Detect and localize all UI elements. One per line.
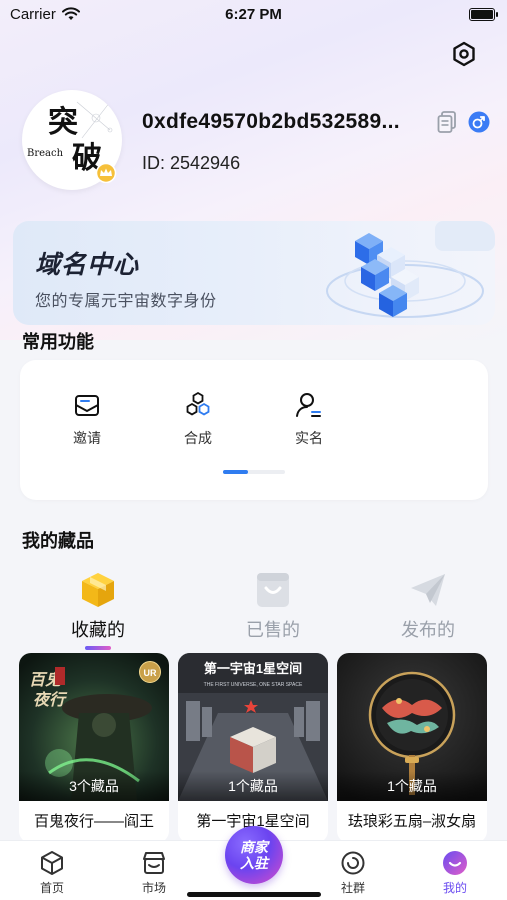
card-name: 珐琅彩五扇–淑女扇 (347, 813, 477, 830)
merchant-join-line1: 商家 (240, 839, 268, 855)
tab-collected[interactable]: 收藏的 (43, 570, 153, 650)
card-count: 3个藏品 (19, 771, 169, 801)
tabbar-mine[interactable]: 我的 (425, 849, 485, 896)
invite-mail-icon (75, 395, 99, 416)
card-art-subtitle: THE FIRST UNIVERSE, ONE STAR SPACE (204, 682, 303, 688)
tab-label: 已售的 (246, 620, 300, 640)
vip-crown-icon (94, 162, 118, 184)
tabbar-community[interactable]: 社群 (323, 849, 383, 896)
merchant-join-line2: 入驻 (240, 855, 268, 871)
community-icon (341, 851, 365, 875)
common-functions-card: 邀请 合成 实名 (20, 360, 488, 500)
function-label: 邀请 (73, 430, 101, 446)
common-functions-title: 常用功能 (22, 332, 94, 352)
collection-tabs: 收藏的 已售的 发布的 (0, 570, 507, 650)
wallet-address: 0xdfe49570b2bd532589... (142, 110, 400, 133)
status-time: 6:27 PM (225, 5, 282, 23)
card-artwork: 1个藏品 (337, 653, 487, 801)
card-count: 1个藏品 (178, 771, 328, 801)
cubes-illustration-icon (326, 221, 495, 318)
avatar-char-1: 突 (48, 105, 78, 140)
market-store-icon (143, 852, 165, 874)
settings-hexagon-icon (453, 41, 475, 67)
tab-label: 收藏的 (71, 620, 125, 640)
ur-badge: UR (139, 661, 161, 683)
compose-hexagons-icon (186, 391, 210, 416)
domain-center-banner[interactable]: 域名中心 您的专属元宇宙数字身份 (13, 221, 495, 325)
tab-published[interactable]: 发布的 (373, 570, 483, 642)
tabbar-label: 市场 (141, 881, 166, 895)
avatar-sub-text: Breach (27, 148, 64, 159)
paper-plane-icon (411, 574, 445, 606)
collection-card[interactable]: 1个藏品 珐琅彩五扇–淑女扇 (337, 653, 487, 843)
card-artwork: 百鬼 夜行 UR 3个藏品 (19, 653, 169, 801)
function-label: 实名 (295, 430, 323, 446)
tabbar-label: 首页 (39, 881, 64, 895)
card-count: 1个藏品 (337, 771, 487, 801)
box-icon (82, 573, 114, 607)
function-label: 合成 (184, 430, 212, 446)
functions-page-indicator (223, 470, 285, 474)
functions-page-indicator-active (223, 470, 248, 474)
function-real-name[interactable]: 实名 (279, 390, 339, 448)
my-collection-title: 我的藏品 (22, 531, 94, 551)
domain-center-subtitle: 您的专属元宇宙数字身份 (35, 293, 217, 310)
tab-label: 发布的 (401, 620, 455, 640)
tabbar-label: 社群 (340, 881, 365, 895)
tabbar-market[interactable]: 市场 (124, 849, 184, 896)
function-invite[interactable]: 邀请 (57, 390, 117, 448)
merchant-join-button[interactable]: 商家 入驻 (225, 826, 283, 884)
collection-card[interactable]: 第一宇宙1星空间 THE FIRST UNIVERSE, ONE STAR SP… (178, 653, 328, 843)
collection-card[interactable]: 百鬼 夜行 UR 3个藏品 百鬼夜行——阎王 (19, 653, 169, 843)
card-artwork: 第一宇宙1星空间 THE FIRST UNIVERSE, ONE STAR SP… (178, 653, 328, 801)
home-indicator (187, 892, 321, 897)
function-compose[interactable]: 合成 (168, 390, 228, 448)
battery-icon (469, 7, 498, 21)
card-art-title: 第一宇宙1星空间 (204, 661, 302, 676)
tabbar-home[interactable]: 首页 (22, 849, 82, 896)
tabbar-label: 我的 (442, 881, 467, 895)
status-bar: Carrier 6:27 PM (0, 0, 507, 28)
real-name-user-icon (296, 393, 321, 417)
domain-center-title: 域名中心 (35, 251, 140, 279)
male-gender-icon (468, 111, 490, 133)
card-name: 百鬼夜行——阎王 (33, 813, 154, 830)
user-id: ID: 2542946 (142, 153, 241, 173)
settings-button[interactable] (448, 38, 480, 70)
tab-sold[interactable]: 已售的 (218, 570, 328, 642)
copy-icon[interactable] (436, 110, 458, 134)
home-cube-icon (41, 851, 63, 875)
bag-icon (257, 573, 289, 607)
active-tab-underline (85, 646, 111, 650)
profile-face-icon (443, 851, 467, 875)
svg-text:夜行: 夜行 (33, 690, 68, 709)
